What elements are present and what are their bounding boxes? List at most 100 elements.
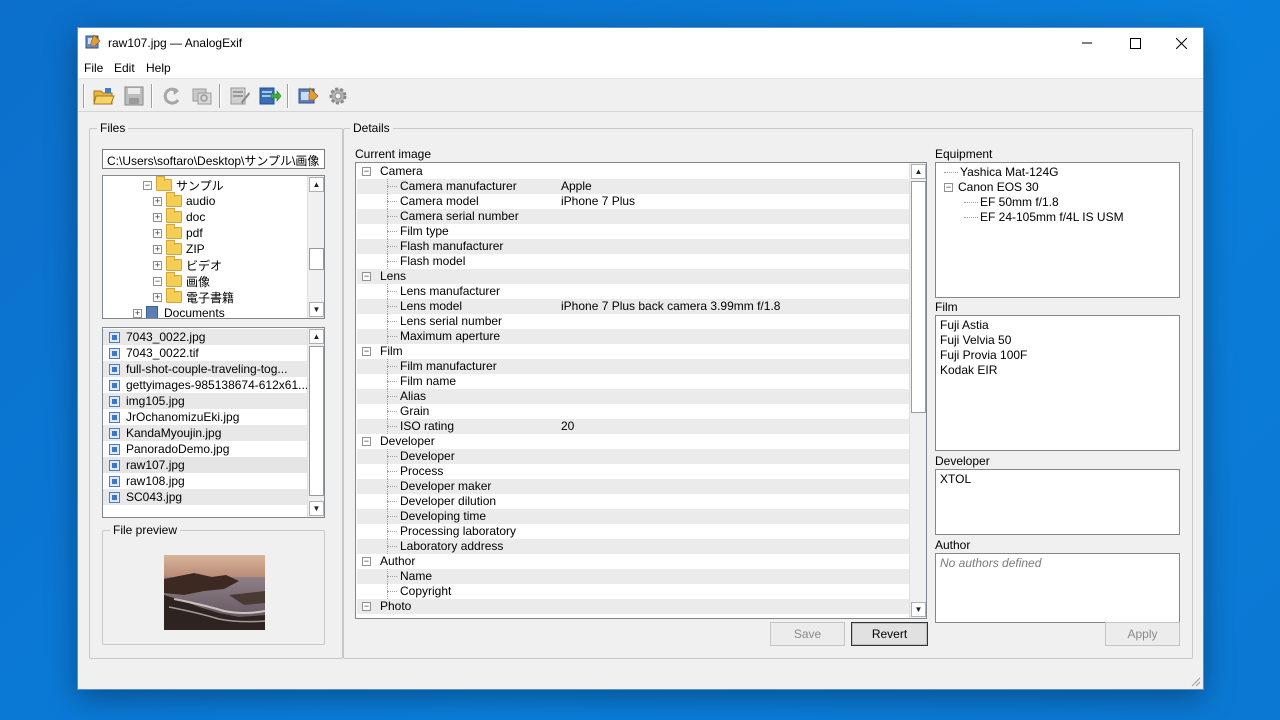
metadata-field[interactable]: Film manufacturer (357, 359, 910, 374)
metadata-field[interactable]: Copyright (357, 584, 910, 599)
file-list-item[interactable]: SC043.jpg (103, 489, 309, 505)
metadata-tree-scrollbar[interactable]: ▲ ▼ (909, 163, 926, 618)
folder-tree-item[interactable]: + ZIP (153, 240, 205, 257)
scroll-down-arrow-icon[interactable]: ▼ (309, 501, 324, 516)
save-toolbar-button[interactable] (122, 84, 146, 108)
metadata-field[interactable]: Lens model iPhone 7 Plus back camera 3.99… (357, 299, 910, 314)
metadata-field[interactable]: Developer (357, 449, 910, 464)
metadata-field[interactable]: Processing laboratory (357, 524, 910, 539)
file-list-item[interactable]: gettyimages-985138674-612x61... (103, 377, 309, 393)
scroll-up-arrow-icon[interactable]: ▲ (309, 329, 324, 344)
path-input[interactable]: C:\Users\softaro\Desktop\サンプル\画像 (102, 149, 325, 169)
developer-list[interactable]: XTOL (935, 469, 1180, 535)
expand-icon[interactable]: + (153, 212, 162, 222)
metadata-field-value[interactable]: iPhone 7 Plus back camera 3.99mm f/1.8 (561, 299, 780, 313)
folder-tree-item[interactable]: + 電子書籍 (153, 288, 234, 305)
metadata-category[interactable]: − Lens (357, 269, 910, 284)
folder-tree-item[interactable]: − 画像 (153, 272, 210, 289)
film-item[interactable]: Fuji Provia 100F (940, 348, 1027, 362)
expand-icon[interactable]: + (153, 292, 162, 302)
metadata-category[interactable]: − Film (357, 344, 910, 359)
menu-help[interactable]: Help (146, 61, 171, 75)
equipment-tree[interactable]: Yashica Mat-124G − Canon EOS 30 EF 50mm f/1… (935, 162, 1180, 298)
scroll-down-arrow-icon[interactable]: ▼ (911, 602, 926, 617)
folder-tree-item[interactable]: + Documents (133, 305, 225, 318)
metadata-field[interactable]: Developer dilution (357, 494, 910, 509)
developer-item[interactable]: XTOL (940, 472, 971, 486)
metadata-field[interactable]: Camera model iPhone 7 Plus (357, 194, 910, 209)
folder-tree-item[interactable]: + pdf (153, 224, 203, 241)
folder-tree-item[interactable]: + doc (153, 208, 205, 225)
collapse-icon[interactable]: − (362, 167, 371, 176)
collapse-icon[interactable]: − (362, 437, 371, 446)
expand-icon[interactable]: + (153, 228, 162, 238)
expand-icon[interactable]: + (153, 196, 162, 206)
metadata-field[interactable]: Alias (357, 389, 910, 404)
file-list-item[interactable]: PanoradoDemo.jpg (103, 441, 309, 457)
metadata-category[interactable]: − Camera (357, 164, 910, 179)
equipment-item[interactable]: − Canon EOS 30 (944, 180, 1039, 194)
file-list-item[interactable]: raw108.jpg (103, 473, 309, 489)
metadata-field-value[interactable]: 20 (561, 419, 574, 433)
menu-file[interactable]: File (84, 61, 103, 75)
metadata-field-value[interactable]: iPhone 7 Plus (561, 194, 635, 208)
film-item[interactable]: Kodak EIR (940, 363, 997, 377)
export-button[interactable] (258, 84, 282, 108)
scroll-up-arrow-icon[interactable]: ▲ (911, 164, 926, 179)
equipment-item[interactable]: EF 50mm f/1.8 (964, 195, 1059, 209)
film-list[interactable]: Fuji Astia Fuji Velvia 50 Fuji Provia 100F… (935, 315, 1180, 451)
file-list-item[interactable]: 7043_0022.tif (103, 345, 309, 361)
metadata-field[interactable]: Flash manufacturer (357, 239, 910, 254)
metadata-field[interactable]: Lens manufacturer (357, 284, 910, 299)
metadata-category[interactable]: − Author (357, 554, 910, 569)
collapse-icon[interactable]: − (362, 557, 371, 566)
menu-edit[interactable]: Edit (114, 61, 135, 75)
revert-toolbar-button[interactable] (160, 84, 184, 108)
file-list-item[interactable]: full-shot-couple-traveling-tog... (103, 361, 309, 377)
folder-tree-item[interactable]: − サンプル (143, 176, 224, 193)
scroll-thumb[interactable] (911, 181, 926, 413)
batch-edit-button[interactable] (228, 84, 252, 108)
metadata-field[interactable]: Flash model (357, 254, 910, 269)
equipment-item[interactable]: Yashica Mat-124G (944, 165, 1059, 179)
expand-icon[interactable]: + (133, 308, 142, 318)
resize-grip-icon[interactable] (1189, 675, 1201, 687)
file-list-item[interactable]: 7043_0022.jpg (103, 329, 309, 345)
metadata-field[interactable]: Laboratory address (357, 539, 910, 554)
scroll-up-arrow-icon[interactable]: ▲ (309, 177, 324, 192)
edit-gear-list-button[interactable] (296, 84, 320, 108)
film-item[interactable]: Fuji Velvia 50 (940, 333, 1011, 347)
film-item[interactable]: Fuji Astia (940, 318, 989, 332)
author-list[interactable]: No authors defined (935, 553, 1180, 623)
folder-tree-item[interactable]: + ビデオ (153, 256, 222, 273)
scroll-thumb[interactable] (309, 248, 324, 270)
metadata-field[interactable]: Lens serial number (357, 314, 910, 329)
expand-icon[interactable]: + (153, 244, 162, 254)
metadata-field[interactable]: Camera manufacturer Apple (357, 179, 910, 194)
save-button[interactable]: Save (770, 622, 845, 646)
expand-icon[interactable]: + (153, 260, 162, 270)
revert-button[interactable]: Revert (851, 622, 928, 646)
scroll-thumb[interactable] (309, 346, 324, 496)
metadata-field[interactable]: Maximum aperture (357, 329, 910, 344)
collapse-icon[interactable]: − (944, 182, 953, 192)
metadata-field-value[interactable]: Apple (561, 179, 592, 193)
collapse-icon[interactable]: − (362, 602, 371, 611)
file-list-item[interactable]: JrOchanomizuEki.jpg (103, 409, 309, 425)
folder-tree-item[interactable]: + audio (153, 192, 215, 209)
metadata-field[interactable]: Camera serial number (357, 209, 910, 224)
equipment-item[interactable]: EF 24-105mm f/4L IS USM (964, 210, 1124, 224)
metadata-field[interactable]: ISO rating 20 (357, 419, 910, 434)
close-button[interactable] (1158, 28, 1203, 58)
file-list-item[interactable]: KandaMyoujin.jpg (103, 425, 309, 441)
metadata-field[interactable]: Grain (357, 404, 910, 419)
minimize-button[interactable] (1064, 28, 1110, 58)
folder-tree[interactable]: − サンプル + audio + doc + pdf + ZIP + ビデオ − 画像 + 電子書籍 + Docu… (102, 175, 325, 319)
metadata-category[interactable]: − Photo (357, 599, 910, 614)
folder-tree-scrollbar[interactable]: ▲ ▼ (307, 176, 324, 318)
collapse-icon[interactable]: − (143, 180, 152, 190)
metadata-field[interactable]: Film type (357, 224, 910, 239)
metadata-field[interactable]: Developing time (357, 509, 910, 524)
file-list-item[interactable]: raw107.jpg (103, 457, 309, 473)
file-list-scrollbar[interactable]: ▲ ▼ (307, 328, 324, 517)
